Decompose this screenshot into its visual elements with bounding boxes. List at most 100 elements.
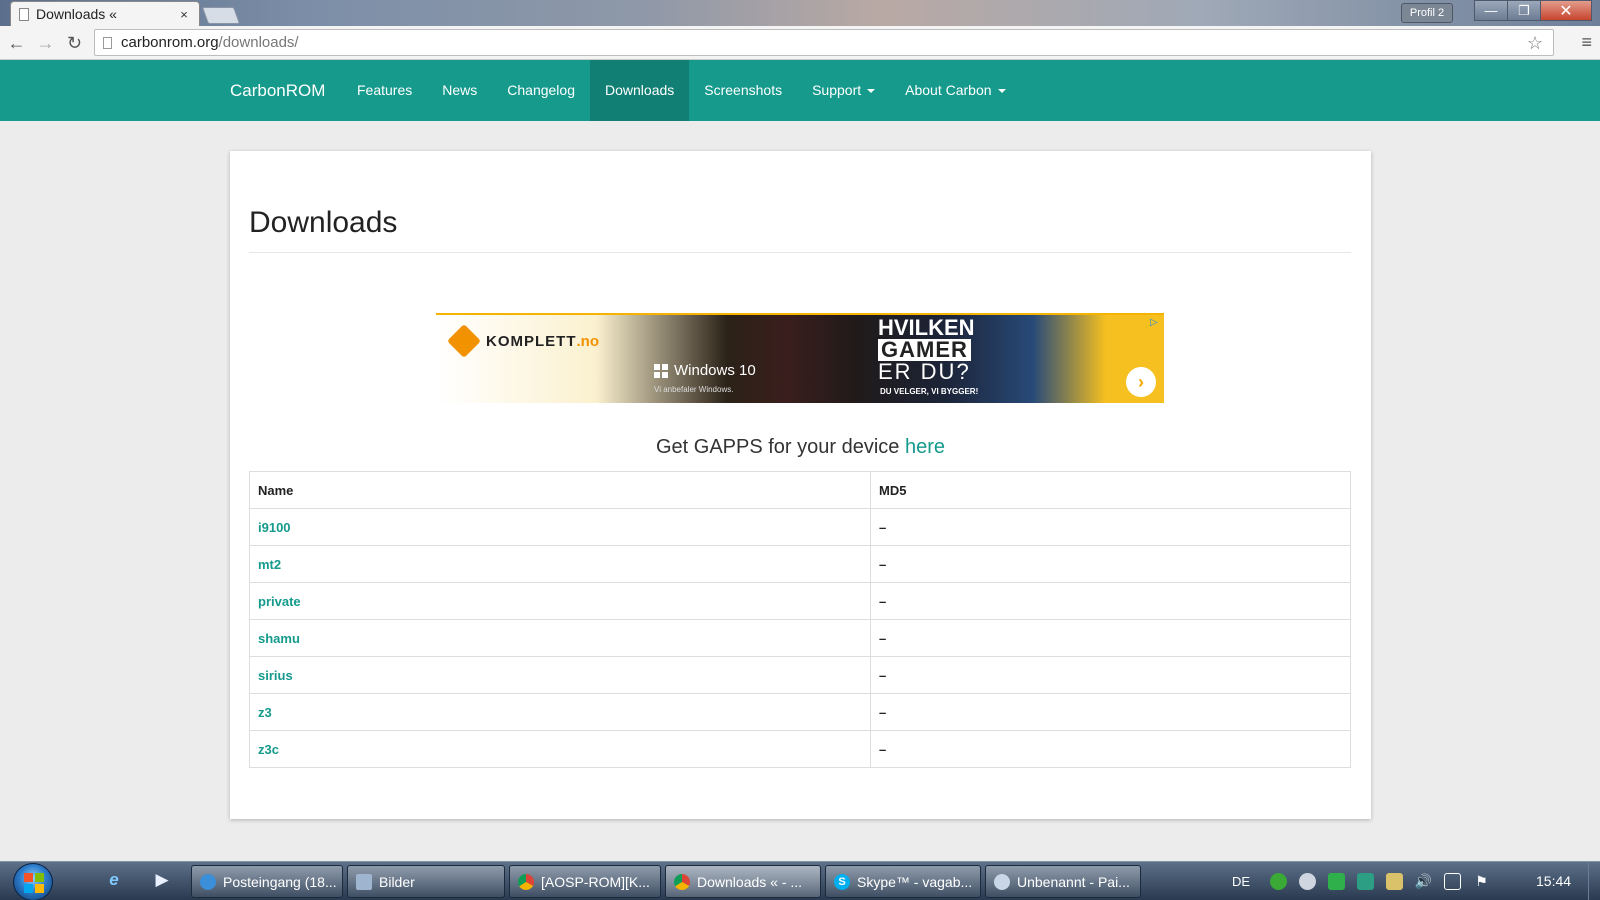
taskbar-item-mail[interactable]: Posteingang (18... [191,865,343,898]
shield-icon[interactable] [1270,873,1288,890]
tab-close-icon[interactable]: × [177,7,191,22]
device-link-sirius[interactable]: sirius [258,668,293,683]
header-name: Name [249,471,871,509]
url-path: /downloads/ [218,34,299,51]
flag-icon[interactable]: ⚑ [1473,873,1490,890]
close-window-button[interactable]: ✕ [1540,0,1592,21]
taskbar-item-label: [AOSP-ROM][K... [541,873,650,890]
nav-changelog[interactable]: Changelog [492,60,590,121]
nav-news[interactable]: News [427,60,492,121]
profile-button[interactable]: Profil 2 [1401,3,1453,23]
sync-icon[interactable] [1328,873,1346,890]
system-tray: DE 🔊 ⚑ [1232,862,1502,900]
language-indicator[interactable]: DE [1232,874,1250,889]
internet-explorer-icon[interactable]: e [102,870,126,892]
nav-about-dropdown[interactable]: About Carbon [890,60,1020,121]
taskbar-buttons: Posteingang (18... Bilder [AOSP-ROM][K..… [191,865,1145,898]
new-tab-button[interactable] [201,7,241,24]
caret-down-icon [997,89,1006,94]
folder-icon [356,873,372,890]
forward-button[interactable]: → [31,28,60,58]
md5-value: – [870,693,1351,731]
ad-tagline: DU VELGER, VI BYGGER! [880,387,979,396]
gapps-link[interactable]: here [905,436,945,458]
nav-menu: Features News Changelog Downloads Screen… [342,60,1021,121]
ad-brand-tld: .no [576,332,600,350]
device-link-i9100[interactable]: i9100 [258,520,291,535]
ad-headline-1: HVILKEN [878,315,975,340]
nav-screenshots[interactable]: Screenshots [689,60,797,121]
page-icon [19,7,29,21]
ad-brand-text: KOMPLETT [486,332,577,350]
downloads-table: Name MD5 i9100 – mt2 – private – shamu – [249,471,1351,768]
device-link-shamu[interactable]: shamu [258,631,300,646]
taskbar-item-chrome-aosp[interactable]: [AOSP-ROM][K... [509,865,661,898]
ad-arrow-icon[interactable]: › [1126,367,1156,397]
windows-taskbar: e ▶ Posteingang (18... Bilder [AOSP-ROM]… [0,861,1600,900]
taskbar-item-label: Bilder [379,873,415,890]
ad-banner[interactable]: KOMPLETT .no Windows 10 Vi anbefaler Wind… [436,313,1164,403]
table-row: shamu – [249,619,1351,657]
md5-value: – [870,730,1351,768]
table-row: z3c – [249,730,1351,768]
device-link-private[interactable]: private [258,594,301,609]
show-desktop-button[interactable] [1588,862,1600,900]
site-brand[interactable]: CarbonROM [230,60,325,121]
content-card: Downloads KOMPLETT .no Windows 10 Vi anbe… [230,151,1371,819]
table-row: mt2 – [249,545,1351,583]
chrome-icon [518,873,534,890]
address-bar[interactable]: carbonrom.org/downloads/ ☆ [94,29,1554,56]
tab-title: Downloads « [36,6,117,22]
ad-logo: KOMPLETT .no [447,324,600,358]
taskbar-item-bilder[interactable]: Bilder [347,865,505,898]
network-icon[interactable] [1357,873,1375,890]
bookmark-star-icon[interactable]: ☆ [1527,33,1543,54]
browser-toolbar: ← → ↻ carbonrom.org/downloads/ ☆ ≡ [0,26,1600,60]
mail-icon [200,873,216,890]
page-title: Downloads [249,206,398,239]
steam-icon[interactable] [1299,873,1317,890]
md5-value: – [870,656,1351,694]
maximize-button[interactable]: ❐ [1507,0,1541,21]
taskbar-item-label: Skype™ - vagab... [857,873,973,890]
system-clock[interactable]: 15:44 [1536,873,1571,889]
ad-headline-3: ER DU? [878,359,971,384]
device-link-z3c[interactable]: z3c [258,742,279,757]
taskbar-item-skype[interactable]: S Skype™ - vagab... [825,865,981,898]
ad-windows-sub: Vi anbefaler Windows. [654,385,734,394]
device-link-mt2[interactable]: mt2 [258,557,281,572]
komplett-logo-icon [447,324,481,358]
back-button[interactable]: ← [2,28,31,58]
ad-headline-2: GAMER [878,339,971,361]
md5-value: – [870,619,1351,657]
nav-support-dropdown[interactable]: Support [797,60,890,121]
taskbar-item-label: Downloads « - ... [697,873,803,890]
windows-logo-icon [654,363,668,378]
taskbar-item-paint[interactable]: Unbenannt - Pai... [985,865,1141,898]
device-link-z3[interactable]: z3 [258,705,272,720]
table-row: private – [249,582,1351,620]
table-header-row: Name MD5 [249,471,1351,509]
adchoices-icon[interactable]: ▷ [1150,317,1162,329]
action-center-icon[interactable] [1444,873,1462,890]
chrome-icon [674,873,690,890]
chrome-menu-icon[interactable]: ≡ [1581,32,1592,53]
reload-button[interactable]: ↻ [60,28,89,58]
browser-tab-downloads[interactable]: Downloads « × [10,1,200,26]
page-icon [103,36,112,49]
nav-downloads[interactable]: Downloads [590,60,690,121]
site-navbar: CarbonROM Features News Changelog Downlo… [0,60,1600,121]
taskbar-item-label: Posteingang (18... [223,873,337,890]
ad-windows: Windows 10 [654,362,756,379]
printer-icon[interactable] [1386,873,1404,890]
media-player-icon[interactable]: ▶ [150,870,174,892]
taskbar-item-chrome-downloads[interactable]: Downloads « - ... [665,865,821,898]
nav-support-label: Support [812,82,862,98]
start-button[interactable] [13,863,53,900]
nav-about-label: About Carbon [905,82,992,98]
url-host: carbonrom.org [121,34,219,51]
table-row: i9100 – [249,508,1351,546]
volume-icon[interactable]: 🔊 [1415,873,1432,890]
nav-features[interactable]: Features [342,60,427,121]
minimize-button[interactable]: — [1474,0,1508,21]
